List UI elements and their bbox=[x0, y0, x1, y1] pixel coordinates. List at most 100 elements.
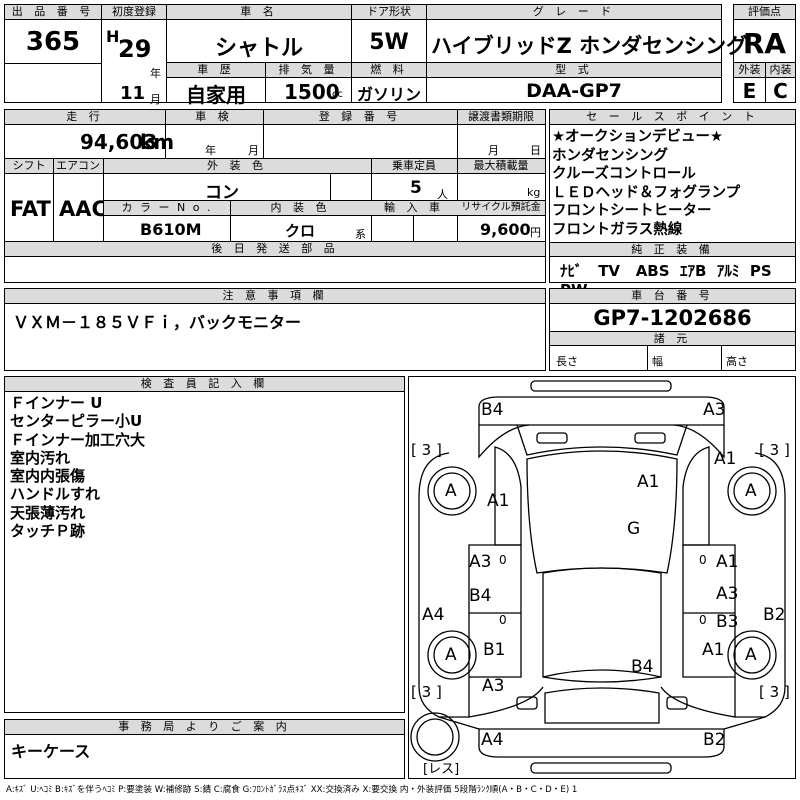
mark-a4-left: A4 bbox=[422, 605, 445, 625]
legend: A:ｷｽﾞ U:ﾍｺﾐ B:ｷｽﾞを伴うﾍｺﾐ P:要塗装 W:補修跡 S:錆 … bbox=[6, 785, 578, 795]
mark-a4-bottom: A4 bbox=[481, 730, 504, 750]
ac-label: エアコン bbox=[53, 159, 103, 174]
inspector-line: ハンドルすれ bbox=[10, 485, 101, 504]
inspector-line: 天張薄汚れ bbox=[10, 503, 86, 522]
score: RA bbox=[742, 27, 787, 60]
tread-fl-value: 3 bbox=[421, 441, 432, 459]
mark-a1-fl-fender: A1 bbox=[487, 491, 510, 511]
sales-line: ★オークションデビュー★ bbox=[552, 129, 723, 145]
import-label: 輸 入 車 bbox=[371, 201, 457, 216]
model-box: 型 式 DAA-GP7 bbox=[426, 62, 722, 103]
mark-b3-right: B3 bbox=[716, 612, 739, 632]
car-name: シャトル bbox=[214, 36, 303, 61]
first-reg-month: 11 bbox=[120, 83, 146, 104]
tread-rr: [ 3 ] bbox=[759, 683, 790, 701]
width-label: 幅 bbox=[652, 355, 663, 368]
notes-label: 注 意 事 項 欄 bbox=[5, 289, 545, 304]
ext-label: 外装 bbox=[734, 63, 765, 78]
zero-right-1: 0 bbox=[699, 553, 707, 567]
grade-box: グ レ ー ド ハイブリッドZ ホンダセンシング bbox=[426, 4, 748, 63]
lot-label: 出 品 番 号 bbox=[5, 5, 101, 20]
equip-airbag: ｴｱB bbox=[680, 262, 707, 280]
history-label: 車 歴 bbox=[167, 63, 265, 78]
inspector-box: 検 査 員 記 入 欄 Ｆインナー U センターピラー小U Ｆインナー加工穴大 … bbox=[4, 376, 405, 713]
lot-box: 出 品 番 号 365 bbox=[4, 4, 102, 103]
tread-fr: [ 3 ] bbox=[759, 441, 790, 459]
office-box: 事 務 局 よ り ご 案 内 キーケース bbox=[4, 719, 405, 779]
mark-a3-top: A3 bbox=[703, 400, 726, 420]
office-text: キーケース bbox=[11, 742, 91, 761]
history-box: 車 歴 自家用 bbox=[166, 62, 266, 107]
notes-box: 注 意 事 項 欄 ＶＸＭ－１８５ＶＦｉ，バックモニター bbox=[4, 288, 546, 371]
recycle-label: リサイクル預託金 bbox=[457, 201, 545, 216]
color-label: 外 装 色 bbox=[103, 159, 371, 174]
chassis-number: GP7-1202686 bbox=[593, 306, 752, 330]
mark-b4-top: B4 bbox=[481, 400, 504, 420]
int-color: クロ bbox=[285, 222, 316, 240]
car-diagram: B4 A3 A1 A1 A1 G A3 A1 B4 A3 B3 A4 B2 B1… bbox=[408, 376, 796, 779]
chassis-label: 車 台 番 号 bbox=[550, 289, 795, 304]
reg-no-label: 登 録 番 号 bbox=[263, 110, 457, 125]
office-label: 事 務 局 よ り ご 案 内 bbox=[5, 720, 404, 735]
mileage-label: 走 行 bbox=[5, 110, 165, 125]
mark-b4-roof: B4 bbox=[631, 657, 654, 677]
mark-a3-left-rear: A3 bbox=[482, 676, 505, 696]
sales-line: フロントシートヒーター bbox=[552, 203, 712, 220]
lot-number: 365 bbox=[25, 27, 81, 57]
zero-right-2: 0 bbox=[699, 613, 707, 627]
zero-left-2: 0 bbox=[499, 613, 507, 627]
mark-a3-left-door: A3 bbox=[469, 552, 492, 572]
load-unit: kg bbox=[527, 186, 541, 199]
mark-b4-left-rdoor: B4 bbox=[469, 586, 492, 606]
inspector-line: Ｆインナー加工穴大 bbox=[10, 430, 146, 449]
int-label: 内装 bbox=[766, 63, 795, 78]
displacement-unit: cc bbox=[332, 89, 343, 100]
intcolor-label: 内 装 色 bbox=[230, 201, 371, 216]
tyre-fl-label: A bbox=[445, 481, 457, 501]
mark-a1-fr-fender: A1 bbox=[714, 449, 737, 469]
spare-value: レス bbox=[428, 762, 455, 777]
door-box: ドア形状 5W bbox=[351, 4, 427, 63]
fuel-label: 燃 料 bbox=[352, 63, 426, 78]
intcolor-unit: 系 bbox=[355, 228, 366, 241]
first-reg-label: 初度登録 bbox=[102, 5, 166, 20]
tread-rl: [ 3 ] bbox=[411, 683, 442, 701]
equip-alloy: ｱﾙﾐ bbox=[716, 262, 740, 280]
colorno-label: カ ラ ー N o . bbox=[104, 201, 230, 216]
inspector-line: 室内汚れ bbox=[10, 448, 71, 467]
car-name-label: 車 名 bbox=[167, 5, 351, 20]
ext-grade: E bbox=[742, 79, 757, 103]
tread-fl: [ 3 ] bbox=[411, 441, 442, 459]
equip-navi: ﾅﾋﾞ bbox=[560, 262, 583, 280]
sales-line: クルーズコントロール bbox=[552, 166, 696, 183]
capacity-label: 乗車定員 bbox=[371, 159, 457, 174]
sales-line: フロントガラス熱線 bbox=[552, 221, 683, 238]
recycle-fee: 9,600 bbox=[480, 220, 531, 239]
year-unit: 年 bbox=[150, 67, 161, 80]
door-label: ドア形状 bbox=[352, 5, 426, 20]
equip-abs: ABS bbox=[635, 262, 670, 280]
zero-left-1: 0 bbox=[499, 553, 507, 567]
mark-b2-bottom: B2 bbox=[703, 730, 726, 750]
tyre-rl-label: A bbox=[445, 645, 457, 665]
mark-a1-right-qtr: A1 bbox=[702, 640, 725, 660]
displacement-label: 排 気 量 bbox=[266, 63, 351, 78]
score-box: 評価点 RA bbox=[733, 4, 796, 63]
inspection-label: 車 検 bbox=[165, 110, 263, 125]
inspector-notes: Ｆインナー U センターピラー小U Ｆインナー加工穴大 室内汚れ 室内内張傷 ハ… bbox=[10, 394, 145, 540]
inspector-line: 室内内張傷 bbox=[10, 467, 86, 486]
later-parts-label: 後 日 発 送 部 品 bbox=[5, 242, 545, 257]
first-reg-box: 初度登録 H 29 年 11 月 bbox=[101, 4, 167, 106]
notes-text: ＶＸＭ－１８５ＶＦｉ，バックモニター bbox=[13, 313, 302, 332]
tread-rr-value: 3 bbox=[769, 683, 780, 701]
car-name-box: 車 名 シャトル bbox=[166, 4, 352, 63]
month-unit: 月 bbox=[150, 93, 161, 106]
length-label: 長さ bbox=[556, 355, 578, 368]
equip-ps: PS bbox=[749, 262, 772, 280]
chassis-box: 車 台 番 号 GP7-1202686 諸 元 長さ 幅 高さ bbox=[549, 288, 796, 371]
mark-g-glass: G bbox=[627, 519, 641, 539]
grade: ハイブリッドZ ホンダセンシング bbox=[431, 34, 748, 58]
sales-line: ＬＥＤヘッド＆フォグランプ bbox=[552, 184, 741, 201]
tr-month-unit: 月 bbox=[488, 144, 499, 157]
inspector-line: Ｆインナー U bbox=[10, 394, 103, 412]
